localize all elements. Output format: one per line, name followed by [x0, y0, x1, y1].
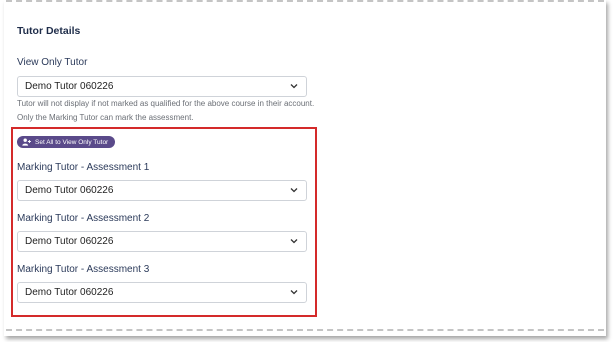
marking-tutor-3-label: Marking Tutor - Assessment 3	[17, 264, 150, 275]
help-text-marking: Only the Marking Tutor can mark the asse…	[17, 113, 194, 122]
chevron-down-icon	[290, 290, 298, 295]
chevron-down-icon	[290, 239, 298, 244]
marking-tutor-3-select[interactable]: Demo Tutor 060226	[17, 282, 307, 303]
section-title: Tutor Details	[17, 25, 81, 37]
marking-tutor-2-label: Marking Tutor - Assessment 2	[17, 213, 150, 224]
marking-tutor-1-select[interactable]: Demo Tutor 060226	[17, 180, 307, 201]
chevron-down-icon	[290, 188, 298, 193]
user-plus-icon	[22, 138, 31, 146]
help-text-qualified: Tutor will not display if not marked as …	[17, 99, 315, 108]
top-divider	[6, 0, 604, 2]
marking-tutor-1-label: Marking Tutor - Assessment 1	[17, 162, 150, 173]
select-value: Demo Tutor 060226	[25, 185, 114, 196]
select-value: Demo Tutor 060226	[25, 287, 114, 298]
marking-tutor-2-select[interactable]: Demo Tutor 060226	[17, 231, 307, 252]
bottom-divider	[6, 329, 604, 331]
view-only-tutor-select[interactable]: Demo Tutor 060226	[17, 76, 307, 97]
select-value: Demo Tutor 060226	[25, 236, 114, 247]
select-value: Demo Tutor 060226	[25, 81, 114, 92]
chevron-down-icon	[290, 84, 298, 89]
view-only-tutor-label: View Only Tutor	[17, 57, 88, 68]
set-all-view-only-button[interactable]: Set All to View Only Tutor	[17, 136, 116, 148]
set-all-button-label: Set All to View Only Tutor	[35, 138, 109, 146]
